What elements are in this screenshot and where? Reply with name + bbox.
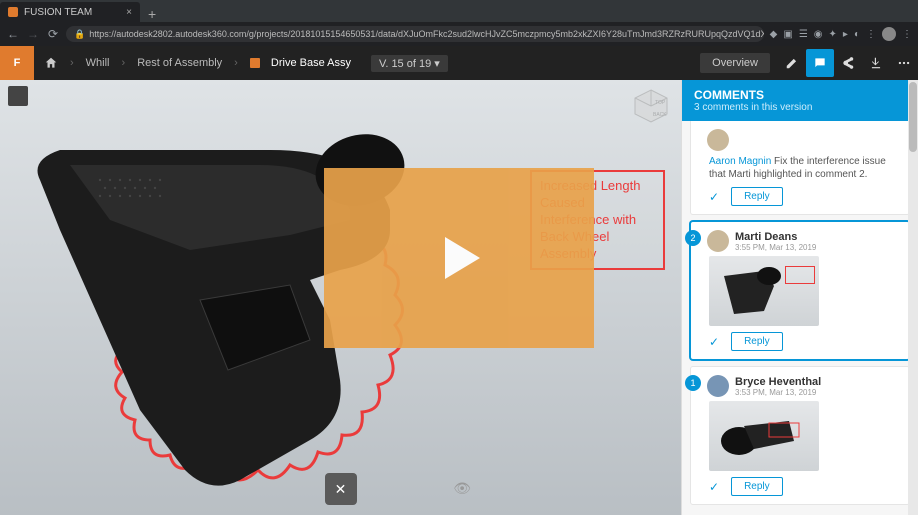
chevron-right-icon: › bbox=[232, 57, 240, 69]
breadcrumb-item[interactable]: Drive Base Assy bbox=[240, 46, 361, 80]
app-logo[interactable]: F bbox=[0, 46, 34, 80]
comment-card[interactable]: 1 Bryce Heventhal 3:53 PM, Mar 13, 2019 … bbox=[690, 366, 910, 505]
lock-icon: 🔒 bbox=[74, 29, 85, 40]
forward-icon[interactable]: → bbox=[26, 27, 40, 41]
overview-button[interactable]: Overview bbox=[700, 53, 770, 73]
reply-button[interactable]: Reply bbox=[731, 332, 783, 351]
comment-thumbnail[interactable] bbox=[709, 401, 819, 471]
comment-timestamp: 3:55 PM, Mar 13, 2019 bbox=[735, 243, 816, 252]
svg-text:BACK: BACK bbox=[653, 112, 667, 118]
svg-text:TOP: TOP bbox=[655, 100, 666, 106]
share-icon[interactable] bbox=[834, 49, 862, 77]
ext-icon[interactable]: ⋮ bbox=[866, 29, 876, 40]
ext-icon[interactable]: ▣ bbox=[783, 29, 792, 40]
browser-tab[interactable]: FUSION TEAM × bbox=[0, 2, 140, 22]
comment-thumbnail[interactable] bbox=[709, 256, 819, 326]
menu-icon[interactable]: ⋮ bbox=[902, 29, 912, 40]
chevron-right-icon: › bbox=[120, 57, 128, 69]
ext-icon[interactable]: ◉ bbox=[814, 29, 823, 40]
chevron-right-icon: › bbox=[68, 57, 76, 69]
address-bar[interactable]: 🔒 https://autodesk2802.autodesk360.com/g… bbox=[66, 26, 764, 42]
comment-timestamp: 3:53 PM, Mar 13, 2019 bbox=[735, 388, 821, 397]
comment-card[interactable]: Aaron Magnin Fix the interference issue … bbox=[690, 121, 910, 215]
url-text: https://autodesk2802.autodesk360.com/g/p… bbox=[89, 29, 763, 39]
extension-icons: ◆ ▣ ☰ ◉ ✦ ▸ ◐ ⋮ ⋮ bbox=[770, 27, 912, 41]
download-icon[interactable] bbox=[862, 49, 890, 77]
comment-number-badge: 2 bbox=[685, 230, 701, 246]
vertical-scrollbar[interactable] bbox=[908, 80, 918, 515]
panel-title: COMMENTS bbox=[694, 88, 906, 102]
ext-icon[interactable]: ✦ bbox=[829, 29, 837, 40]
resolve-icon[interactable]: ✓ bbox=[709, 190, 719, 204]
home-button[interactable] bbox=[34, 46, 68, 80]
comment-author: Marti Deans bbox=[735, 231, 816, 243]
browser-tabs: FUSION TEAM × + bbox=[0, 0, 918, 22]
avatar bbox=[707, 129, 729, 151]
reload-icon[interactable]: ⟳ bbox=[46, 27, 60, 41]
browser-toolbar: ← → ⟳ 🔒 https://autodesk2802.autodesk360… bbox=[0, 22, 918, 46]
comment-author: Bryce Heventhal bbox=[735, 376, 821, 388]
close-markup-button[interactable]: ✕ bbox=[325, 473, 357, 505]
more-icon[interactable] bbox=[890, 49, 918, 77]
comments-icon[interactable] bbox=[806, 49, 834, 77]
reply-button[interactable]: Reply bbox=[731, 477, 783, 496]
breadcrumb-item[interactable]: Whill bbox=[76, 46, 120, 80]
comments-panel: COMMENTS 3 comments in this version Aaro… bbox=[681, 80, 918, 515]
reply-button[interactable]: Reply bbox=[731, 187, 783, 206]
ext-icon[interactable]: ◆ bbox=[770, 29, 778, 40]
markup-mini bbox=[785, 266, 815, 284]
new-tab-button[interactable]: + bbox=[140, 6, 164, 22]
visibility-icon[interactable]: 👁 bbox=[453, 480, 471, 497]
comment-text: Aaron Magnin Fix the interference issue … bbox=[709, 155, 901, 181]
resolve-icon[interactable]: ✓ bbox=[709, 480, 719, 494]
file-icon bbox=[250, 58, 260, 68]
profile-avatar[interactable] bbox=[882, 27, 896, 41]
comment-card[interactable]: 2 Marti Deans 3:55 PM, Mar 13, 2019 ✓ Re… bbox=[690, 221, 910, 360]
edit-icon[interactable] bbox=[778, 49, 806, 77]
breadcrumb-item[interactable]: Rest of Assembly bbox=[127, 46, 232, 80]
ext-icon[interactable]: ☰ bbox=[799, 29, 808, 40]
ext-icon[interactable]: ◐ bbox=[854, 29, 860, 40]
version-selector[interactable]: V. 15 of 19 ▾ bbox=[371, 55, 448, 72]
view-cube[interactable]: TOP BACK bbox=[631, 86, 671, 126]
avatar bbox=[707, 230, 729, 252]
panel-subtitle: 3 comments in this version bbox=[694, 102, 906, 113]
avatar bbox=[707, 375, 729, 397]
comment-number-badge: 1 bbox=[685, 375, 701, 391]
video-play-overlay[interactable] bbox=[324, 168, 594, 348]
panel-header: COMMENTS 3 comments in this version bbox=[682, 80, 918, 121]
browser-toggle[interactable] bbox=[8, 86, 28, 106]
tab-close-icon[interactable]: × bbox=[126, 7, 132, 18]
ext-icon[interactable]: ▸ bbox=[843, 29, 848, 40]
scrollbar-thumb[interactable] bbox=[909, 82, 917, 152]
app-header: F › Whill › Rest of Assembly › Drive Bas… bbox=[0, 46, 918, 80]
resolve-icon[interactable]: ✓ bbox=[709, 335, 719, 349]
tab-title: FUSION TEAM bbox=[24, 7, 92, 18]
comments-list[interactable]: Aaron Magnin Fix the interference issue … bbox=[682, 121, 918, 515]
favicon bbox=[8, 7, 18, 17]
back-icon[interactable]: ← bbox=[6, 27, 20, 41]
